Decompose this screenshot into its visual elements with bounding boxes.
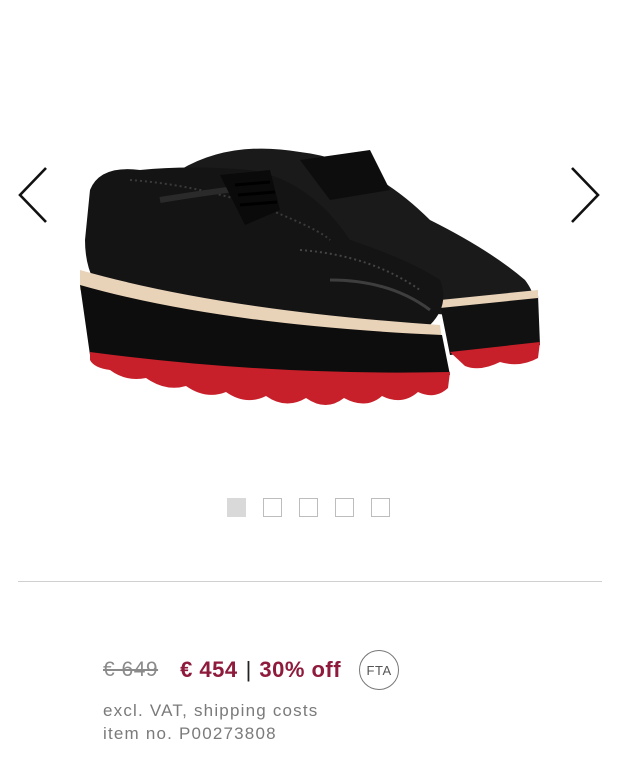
image-pagination	[227, 498, 390, 517]
pagination-dot-4[interactable]	[335, 498, 354, 517]
item-number: item no. P00273808	[103, 724, 277, 743]
pagination-dot-3[interactable]	[299, 498, 318, 517]
chevron-right-icon	[571, 167, 600, 223]
sale-price: € 454	[180, 657, 238, 682]
price-row: € 649 € 454 | 30% off FTA	[103, 650, 400, 690]
fta-badge[interactable]: FTA	[359, 650, 400, 690]
vat-note: excl. VAT, shipping costs	[103, 701, 319, 720]
chevron-left-icon	[18, 167, 47, 223]
previous-image-button[interactable]	[12, 160, 52, 230]
pagination-dot-5[interactable]	[371, 498, 390, 517]
pagination-dot-1[interactable]	[227, 498, 246, 517]
product-gallery	[0, 0, 620, 560]
product-image[interactable]	[70, 130, 550, 440]
fta-badge-label: FTA	[366, 662, 392, 678]
pagination-dot-2[interactable]	[263, 498, 282, 517]
discount-label: 30% off	[259, 657, 342, 682]
old-price: € 649	[103, 658, 159, 681]
section-divider	[18, 581, 602, 582]
next-image-button[interactable]	[566, 160, 606, 230]
price-separator: |	[245, 657, 252, 682]
